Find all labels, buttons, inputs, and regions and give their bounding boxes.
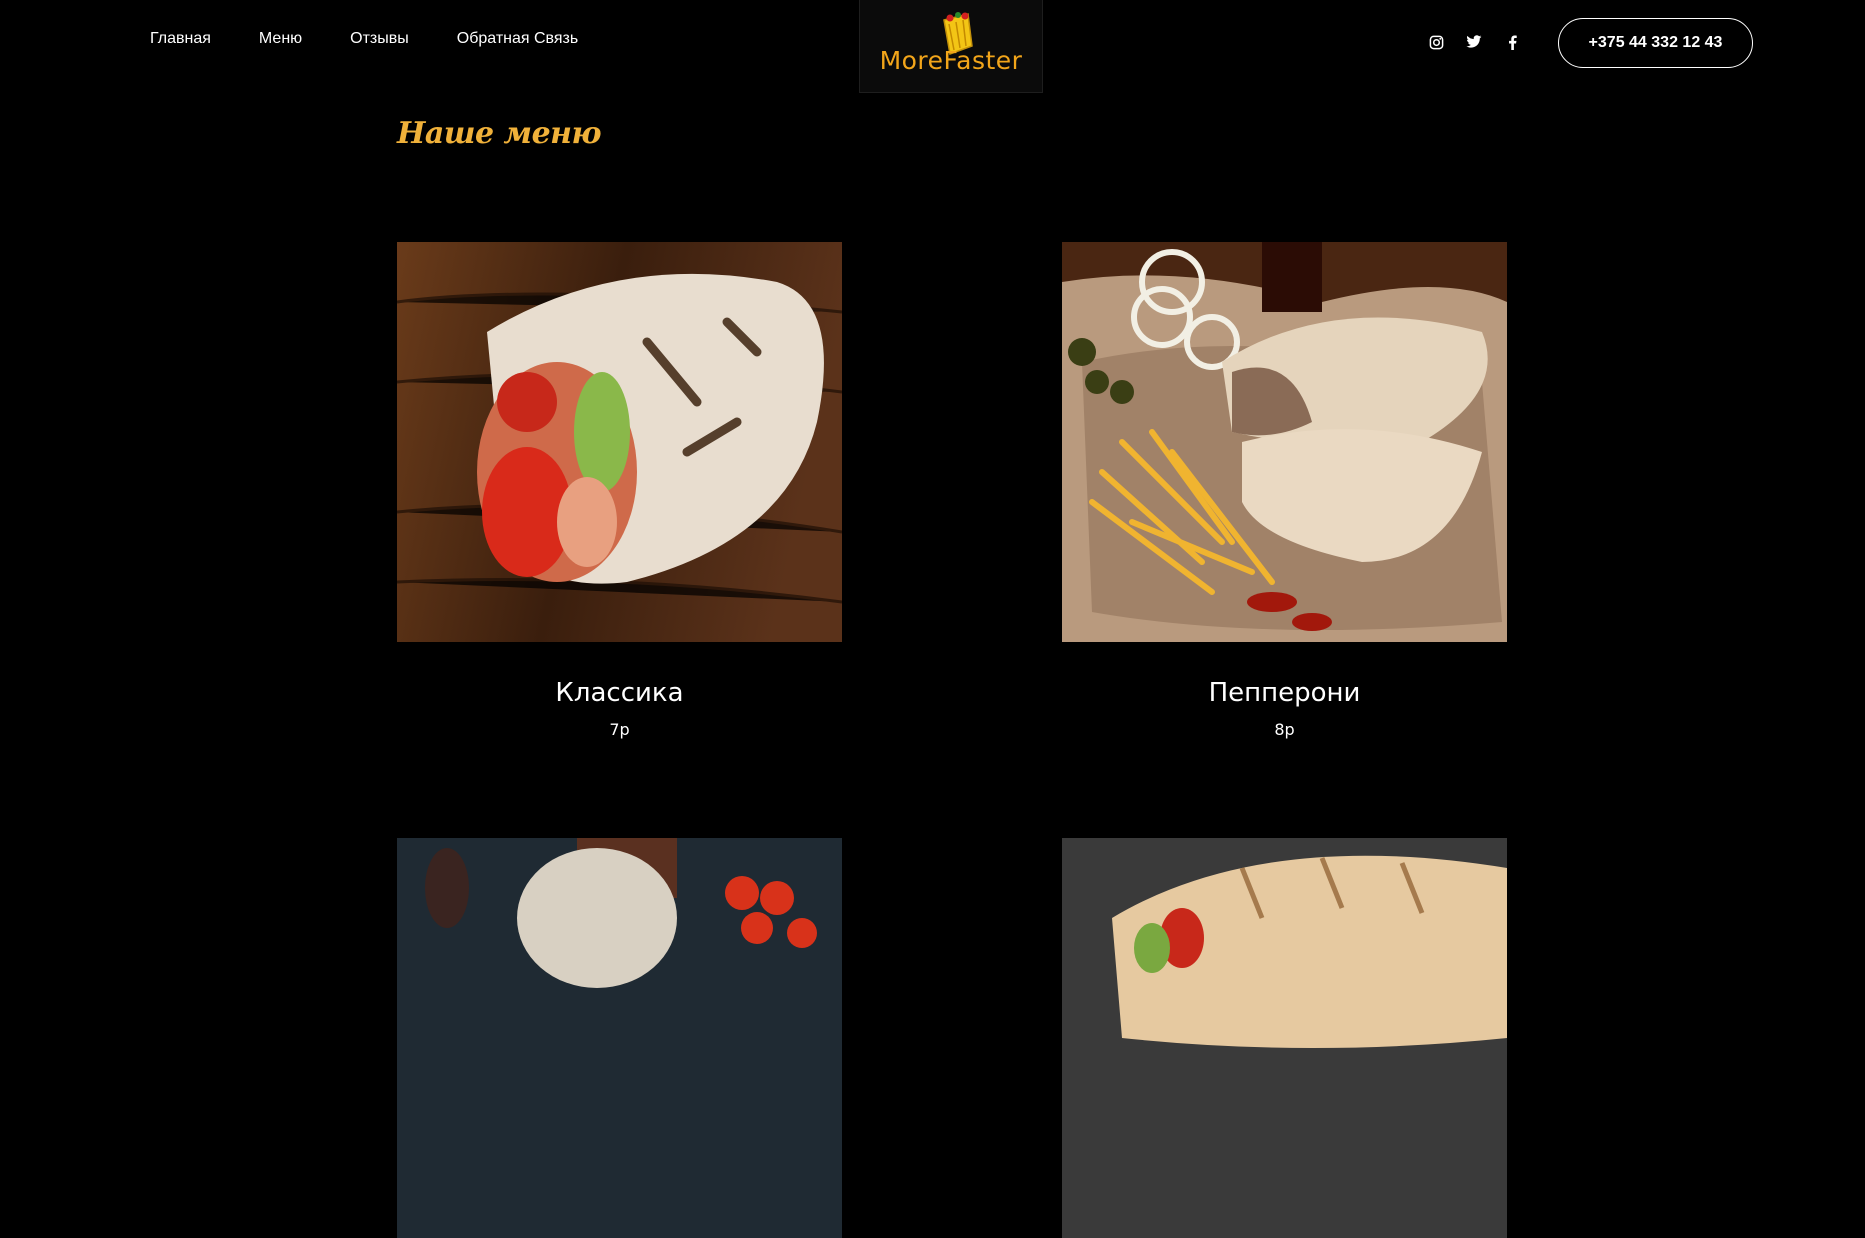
social-links — [1428, 34, 1520, 50]
wrap-slate-photo-image — [1062, 838, 1507, 1238]
menu-item-name: Классика — [555, 678, 684, 708]
phone-button[interactable]: +375 44 332 12 43 — [1558, 18, 1753, 68]
main-nav: Главная Меню Отзывы Обратная Связь — [150, 30, 626, 48]
menu-item-card[interactable]: Классика 7р — [397, 242, 842, 739]
menu-item-photo — [397, 838, 842, 1238]
instagram-icon[interactable] — [1428, 34, 1444, 50]
logo[interactable]: MoreFaster — [859, 0, 1043, 93]
nav-reviews[interactable]: Отзывы — [350, 30, 409, 48]
facebook-icon[interactable] — [1504, 34, 1520, 50]
nav-home[interactable]: Главная — [150, 30, 211, 48]
section-title: Наше меню — [397, 116, 602, 151]
wrap-fries-photo-image — [1062, 242, 1507, 642]
menu-item-photo — [397, 242, 842, 642]
wrap-tomatoes-photo-image — [397, 838, 842, 1238]
menu-item-price: 7р — [609, 720, 630, 739]
twitter-icon[interactable] — [1466, 34, 1482, 50]
menu-item-price: 8р — [1274, 720, 1295, 739]
menu-item-card[interactable] — [1062, 838, 1507, 1238]
nav-feedback[interactable]: Обратная Связь — [457, 30, 578, 48]
menu-item-card[interactable] — [397, 838, 842, 1238]
menu-item-name: Пепперони — [1208, 678, 1361, 708]
menu-item-photo — [1062, 838, 1507, 1238]
wrap-photo-image — [397, 242, 842, 642]
nav-menu[interactable]: Меню — [259, 30, 302, 48]
menu-item-photo — [1062, 242, 1507, 642]
logo-text: MoreFaster — [879, 46, 1023, 75]
menu-item-card[interactable]: Пепперони 8р — [1062, 242, 1507, 739]
